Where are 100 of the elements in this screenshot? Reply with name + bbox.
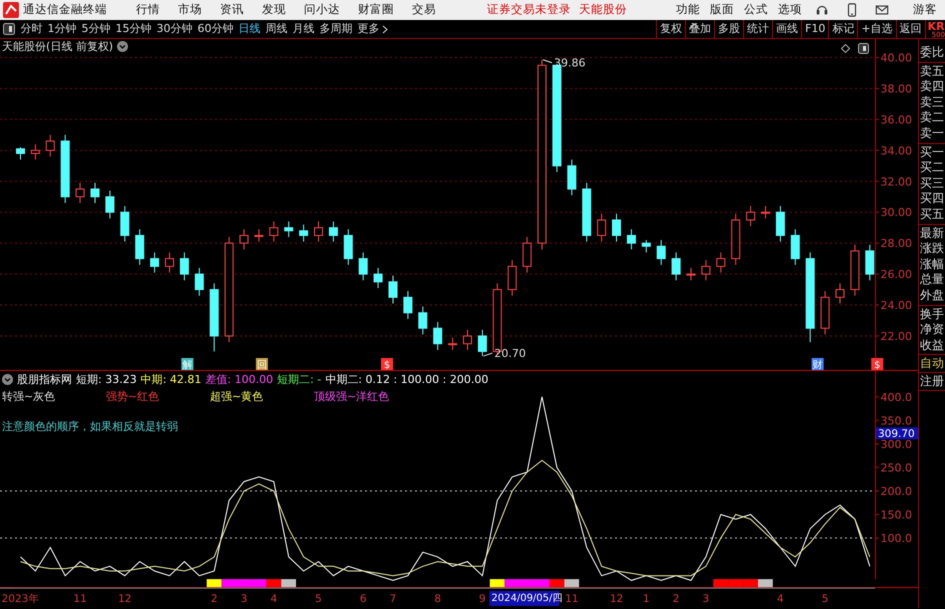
quote-label[interactable]: 总量 (920, 272, 945, 288)
toolbar-button[interactable]: +自选 (857, 20, 896, 38)
toolbar-button[interactable]: 多股 (714, 20, 744, 38)
indicator-readout: 中期二: 0.12 : 100.00 : 200.00 (325, 373, 488, 386)
date-label: 9 (479, 593, 486, 605)
quote-label[interactable]: 委比 (920, 45, 945, 61)
toolbar-button[interactable]: F10 (801, 20, 828, 38)
quote-label[interactable]: 买二 (920, 160, 945, 176)
toolbar-button[interactable]: 叠加 (685, 20, 714, 38)
candlestick (30, 144, 40, 160)
logo-icon (3, 2, 19, 18)
date-label: 5 (315, 593, 322, 605)
current-value-tag: 309.70 (876, 427, 918, 440)
quote-label[interactable]: 外盘 (920, 288, 945, 304)
period-tab[interactable]: 60分钟 (195, 22, 236, 36)
candlestick (761, 206, 770, 219)
login-status[interactable]: 证券交易未登录 (487, 3, 571, 17)
axis-label: 28.00 (880, 237, 912, 250)
stock-name: 天能股份 (579, 3, 627, 17)
candlestick (403, 290, 412, 320)
period-tab[interactable]: 周线 (263, 22, 290, 36)
user-name[interactable]: 游客 (913, 3, 937, 17)
menu-item[interactable]: 行情 (127, 3, 169, 17)
event-marker[interactable]: $ (871, 358, 884, 370)
quote-label[interactable]: 买五 (920, 206, 945, 223)
quote-label[interactable]: 换手 (920, 306, 945, 322)
date-label: 2 (210, 593, 218, 605)
menu-item[interactable]: 财富圈 (349, 3, 403, 17)
chevron-down-circle-icon[interactable] (117, 41, 128, 52)
tool-menu-item[interactable]: 选项 (773, 3, 807, 17)
quote-label[interactable]: 买三 (920, 176, 945, 192)
diamond-icon[interactable] (841, 44, 850, 53)
event-marker[interactable]: 财 (812, 358, 824, 370)
quote-label[interactable]: 卖三 (920, 94, 945, 110)
candlestick (865, 244, 874, 281)
mail-icon[interactable] (875, 3, 889, 17)
date-label: 7 (390, 593, 396, 605)
sidebar-button[interactable]: 注册 (919, 373, 945, 392)
quote-label[interactable]: 卖四 (920, 79, 945, 95)
date-label: 12 (610, 593, 624, 605)
menu-item[interactable]: 市场 (169, 3, 211, 17)
axis-label: 300.0 (880, 438, 912, 451)
more-menu[interactable]: 更多 (355, 22, 382, 36)
candlestick (344, 228, 353, 266)
date-label: 2 (672, 593, 680, 605)
panel-toggle-icon[interactable] (858, 43, 869, 54)
indicator-readout: 短期二: - (277, 373, 322, 386)
chevron-down-circle-icon[interactable] (2, 374, 13, 386)
headset-icon[interactable] (815, 3, 829, 17)
quote-label[interactable]: 最新 (920, 226, 945, 242)
candlestick (716, 252, 726, 274)
candlestick (284, 221, 294, 238)
menu-item[interactable]: 发现 (253, 3, 295, 17)
period-tab[interactable]: 分时 (18, 22, 45, 36)
candlestick (672, 252, 681, 281)
period-tab[interactable]: 月线 (290, 22, 317, 36)
leader-line (542, 59, 552, 64)
chart-title: 天能股份(日线 前复权) (2, 40, 114, 54)
menu-item[interactable]: 问小达 (295, 3, 349, 17)
quote-label[interactable]: 净资 (920, 322, 945, 338)
quote-label[interactable]: 涨跌 (920, 241, 945, 257)
quote-label[interactable]: 买四 (920, 191, 945, 207)
phone-icon[interactable] (845, 3, 859, 17)
date-label: 1 (642, 593, 650, 605)
quote-label[interactable]: 卖五 (920, 64, 945, 80)
menu-item[interactable]: 资讯 (211, 3, 253, 17)
tool-menu-item[interactable]: 版面 (705, 3, 739, 17)
period-tab[interactable]: 1分钟 (45, 22, 79, 36)
date-label: 11 (73, 593, 87, 605)
legend-item: 强势~红色 (106, 390, 160, 404)
toolbar-button[interactable]: 返回 (896, 20, 925, 38)
candlestick (16, 146, 25, 160)
candlestick (105, 190, 114, 219)
tool-menu-item[interactable]: 公式 (739, 3, 773, 17)
candlestick (165, 252, 174, 274)
event-marker[interactable]: $ (381, 358, 394, 370)
quote-label[interactable]: 收益 (920, 338, 945, 354)
quote-label[interactable]: 买一 (920, 144, 945, 160)
menu-item[interactable]: 交易 (403, 3, 445, 17)
toolbar-button[interactable]: 复权 (656, 20, 686, 38)
period-tab[interactable]: 多周期 (317, 22, 355, 36)
axis-label: 26.00 (880, 268, 912, 282)
period-tab[interactable]: 15分钟 (113, 22, 154, 36)
period-tab[interactable]: 5分钟 (79, 22, 113, 36)
axis-label: 150.0 (880, 508, 912, 522)
quote-label[interactable]: 涨幅 (920, 256, 945, 272)
toolbar-button[interactable]: 画线 (772, 20, 802, 38)
sidebar-button[interactable]: 自动 (919, 355, 945, 374)
candlestick (135, 228, 144, 266)
toolbar-button[interactable]: 标记 (828, 20, 858, 38)
tool-menu-item[interactable]: 功能 (671, 3, 705, 17)
candlestick (210, 282, 219, 352)
quote-label[interactable]: 卖一 (920, 126, 945, 142)
quote-label[interactable]: 卖二 (920, 110, 945, 126)
date-label: 4 (777, 593, 784, 605)
toolbar-button[interactable]: 统计 (743, 20, 772, 38)
panel-toggle-icon (3, 23, 15, 35)
period-tab[interactable]: 30分钟 (154, 22, 195, 36)
axis-label: 200.0 (880, 484, 912, 498)
period-tab[interactable]: 日线 (236, 22, 263, 36)
